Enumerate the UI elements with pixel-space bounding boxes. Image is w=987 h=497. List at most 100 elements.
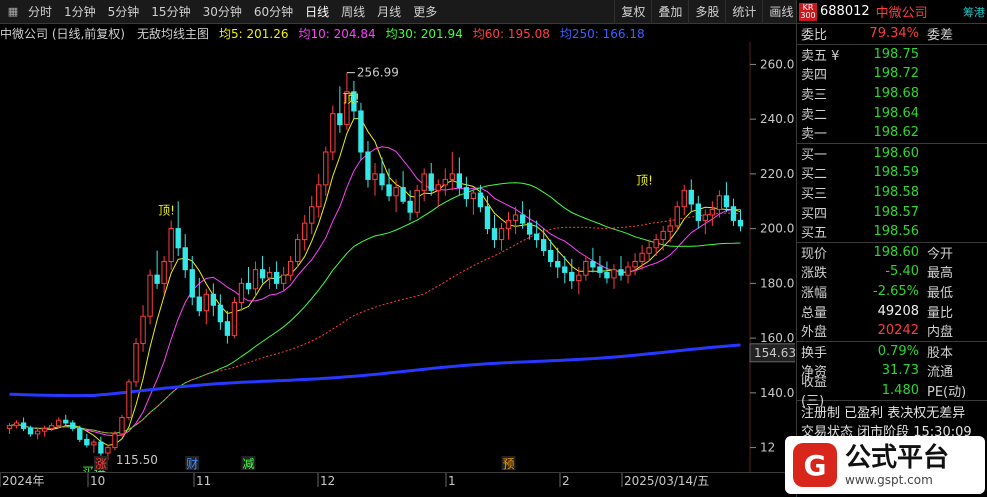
candle-body xyxy=(709,208,716,216)
candle-body xyxy=(660,230,666,241)
asks-price: 198.72 xyxy=(873,66,920,82)
x-tick-label: 11 xyxy=(196,474,211,488)
period-tab-6[interactable]: 日线 xyxy=(299,0,335,24)
stat-value: 31.73 xyxy=(881,363,919,379)
candle-body xyxy=(337,113,343,126)
top-signal: 顶! xyxy=(158,203,175,217)
stock-tags: 注册制 已盈利 表决权无差异 xyxy=(801,405,966,421)
stats2-list: 换手 0.79% 股本 净资 31.73 流通 收益(三) 1.480 PE(动) xyxy=(797,342,987,410)
stat-label-2: 股本 xyxy=(927,345,954,361)
ma-legend: 均5: 201.26 均10: 204.84 均30: 201.94 均60: 195… xyxy=(213,25,649,42)
bids-row: 买五 198.56 xyxy=(797,222,987,242)
candle-body xyxy=(548,250,554,262)
y-tick-label: 12 xyxy=(760,441,775,455)
bids-row: 买一 198.60 xyxy=(797,144,987,164)
period-tab-5[interactable]: 60分钟 xyxy=(248,0,299,24)
candle-body xyxy=(625,266,631,276)
x-axis-svg: 2024年 10 11 12 1 2 2025/03/14/五 xyxy=(0,473,709,488)
period-tabs: 分时 1分钟 5分钟 15分钟 30分钟 60分钟 日线 周线 月线 更多 xyxy=(22,0,443,24)
candle-body xyxy=(730,206,737,221)
period-tab-7[interactable]: 周线 xyxy=(335,0,371,24)
weibi-label: 委比 xyxy=(801,28,828,44)
candle-body xyxy=(168,228,174,262)
candle-body xyxy=(252,269,259,290)
indicator-name[interactable]: 无敌均线主图 xyxy=(137,25,209,42)
candle-body xyxy=(34,430,41,435)
candle-body xyxy=(70,422,76,429)
candle-body xyxy=(505,219,512,230)
toolbar-button-2[interactable]: 多股 xyxy=(688,0,725,24)
indicator-legend: 中微公司 (日线,前复权) 无敌均线主图 均5: 201.26 均10: 204.… xyxy=(0,24,795,42)
candle-body xyxy=(302,222,308,241)
candle-body xyxy=(63,419,69,424)
weibi-row: 委比 79.34% 委差 xyxy=(797,24,987,44)
bids-price: 198.56 xyxy=(873,224,920,240)
candle-body xyxy=(562,266,568,273)
candle-body xyxy=(41,427,48,432)
candle-body xyxy=(576,274,582,282)
candle-body xyxy=(287,260,294,276)
asks-label: 卖五 ¥ xyxy=(801,48,840,64)
period-tab-2[interactable]: 5分钟 xyxy=(102,0,146,24)
candle-body xyxy=(126,381,132,418)
toolbar-button-3[interactable]: 统计 xyxy=(725,0,762,24)
kline-svg[interactable]: 260.0 240.0 220.0 200.0 180.0 160.0 140.0 12 256… xyxy=(0,42,797,479)
candle-body xyxy=(379,173,385,186)
bids-label: 买三 xyxy=(801,187,828,203)
ask-list: 卖五 ¥ 198.75 卖四 198.72 卖三 198.68 卖二 198.64 卖一 198.… xyxy=(797,45,987,143)
asks-row: 卖五 ¥ 198.75 xyxy=(797,45,987,65)
toolbar-button-4[interactable]: 画线 xyxy=(762,0,799,24)
stat-value: 49208 xyxy=(877,303,919,319)
bids-price: 198.58 xyxy=(873,185,920,201)
period-tab-4[interactable]: 30分钟 xyxy=(197,0,248,24)
stat-value: 1.480 xyxy=(881,382,919,398)
asks-row: 卖一 198.62 xyxy=(797,123,987,143)
candle-body xyxy=(463,187,470,200)
y-tick-label: 240.0 xyxy=(760,112,794,126)
candle-body xyxy=(583,260,589,276)
candle-body xyxy=(77,427,83,440)
stat-label: 外盘 xyxy=(801,325,828,341)
y-tick-label: 180.0 xyxy=(760,276,794,290)
asks-price: 198.68 xyxy=(873,86,920,102)
stat-value: 20242 xyxy=(877,323,919,339)
candle-body xyxy=(597,266,603,273)
candle-body xyxy=(98,441,104,454)
candle-body xyxy=(210,293,217,306)
chip-link[interactable]: 筹港 xyxy=(963,4,985,20)
candle-body xyxy=(119,416,125,435)
asks-row: 卖二 198.64 xyxy=(797,103,987,123)
candle-body xyxy=(611,269,617,279)
toolbar-button-1[interactable]: 叠加 xyxy=(651,0,688,24)
period-tab-1[interactable]: 1分钟 xyxy=(58,0,102,24)
stock-name[interactable]: 中微公司 xyxy=(876,2,928,21)
candle-body xyxy=(667,225,673,232)
event-mark: 预 xyxy=(503,457,515,471)
toolbar-button-0[interactable]: 复权 xyxy=(614,0,651,24)
logo-text-block: 公式平台 www.gspt.com xyxy=(845,443,949,487)
candle-body xyxy=(196,296,202,312)
period-tab-3[interactable]: 15分钟 xyxy=(145,0,196,24)
candle-body xyxy=(569,271,575,282)
period-tab-9[interactable]: 更多 xyxy=(407,0,443,24)
stat-value: 198.60 xyxy=(873,244,920,260)
candle-body xyxy=(27,427,34,435)
candle-body xyxy=(414,189,420,213)
stat-label: 换手 xyxy=(801,345,828,361)
candle-body xyxy=(526,222,533,235)
event-mark: 减 xyxy=(242,457,254,471)
logo-mark: G xyxy=(793,443,837,487)
stat-label-2: 最高 xyxy=(927,266,954,282)
period-tab-0[interactable]: 分时 xyxy=(22,0,58,24)
x-tick-label: 2024年 xyxy=(2,474,45,488)
grid-icon[interactable]: ▦ xyxy=(4,4,22,20)
tags-row: 注册制 已盈利 表决权无差异 xyxy=(797,401,987,421)
stat-label-2: 内盘 xyxy=(927,325,954,341)
top-signal: 顶! xyxy=(636,173,653,187)
period-tab-8[interactable]: 月线 xyxy=(371,0,407,24)
stat-row: 总量 49208 量比 xyxy=(797,301,987,321)
stat-value: -2.65% xyxy=(873,284,919,300)
stats-list: 现价 198.60 今开 涨跌 -5.40 最高 涨幅 -2.65% 最低 总量 49208 量比 外盘… xyxy=(797,243,987,341)
candle-body xyxy=(632,260,638,268)
kline-chart[interactable]: 260.0 240.0 220.0 200.0 180.0 160.0 140.0 12 256… xyxy=(0,42,797,479)
